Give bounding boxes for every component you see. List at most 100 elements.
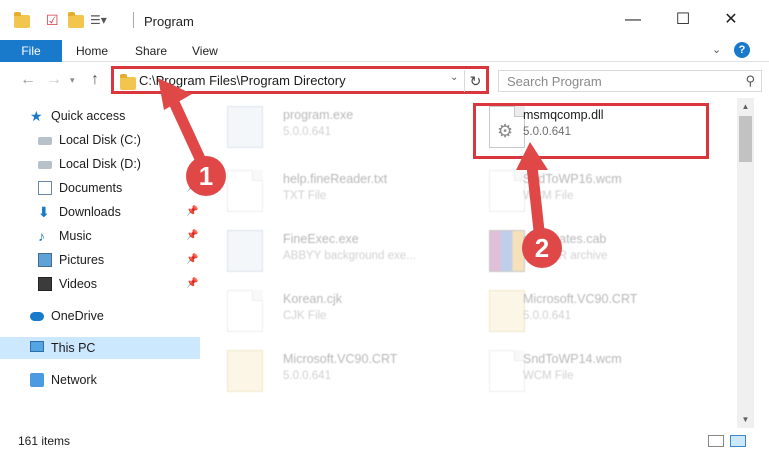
network-icon bbox=[30, 373, 44, 387]
sidebar-item-this-pc[interactable]: This PC bbox=[0, 337, 200, 359]
file-name: program.exe bbox=[283, 108, 354, 122]
config-icon bbox=[489, 290, 525, 332]
file-subtitle: 5.0.0.641 bbox=[283, 126, 331, 138]
sidebar-item-label: Local Disk (D:) bbox=[59, 157, 141, 171]
sidebar-item-downloads[interactable]: ⬇ Downloads 📌 bbox=[0, 201, 200, 223]
pin-icon[interactable]: 📌 bbox=[186, 201, 198, 223]
address-row: ← → ▾ ↑ C:\Program Files\Program Directo… bbox=[0, 62, 769, 98]
tab-home[interactable]: Home bbox=[76, 40, 108, 62]
search-icon: ⚲ bbox=[745, 73, 755, 88]
ribbon: File Home Share View ⌄ ? bbox=[0, 40, 769, 62]
file-name: Microsoft.VC90.CRT bbox=[283, 352, 398, 366]
file-tab[interactable]: File bbox=[0, 40, 62, 62]
sidebar-item-music[interactable]: ♪ Music 📌 bbox=[0, 225, 200, 247]
drive-icon bbox=[38, 161, 52, 169]
file-item[interactable]: program.exe 5.0.0.641 bbox=[205, 98, 455, 158]
sidebar-item-label: Documents bbox=[59, 181, 123, 195]
sidebar-item-label: This PC bbox=[51, 341, 96, 355]
file-subtitle: 5.0.0.641 bbox=[283, 370, 331, 382]
file-item[interactable]: FineExec.exe ABBYY background exe... bbox=[205, 222, 455, 282]
file-subtitle: TXT File bbox=[283, 190, 327, 202]
refresh-button[interactable]: ↻ bbox=[464, 70, 486, 92]
scroll-down-icon[interactable]: ▼ bbox=[737, 411, 754, 428]
text-file-icon bbox=[227, 170, 263, 212]
file-name: FineExec.exe bbox=[283, 232, 359, 246]
pictures-icon bbox=[38, 253, 52, 267]
pin-icon[interactable]: 📌 bbox=[186, 225, 198, 247]
status-bar: 161 items bbox=[0, 428, 769, 468]
sidebar-item-label: OneDrive bbox=[51, 309, 104, 323]
properties-icon[interactable]: ☑ bbox=[46, 12, 62, 28]
file-name: Korean.cjk bbox=[283, 292, 343, 306]
file-icon bbox=[489, 350, 525, 392]
videos-icon bbox=[38, 277, 52, 291]
vertical-scrollbar[interactable]: ▲ ▼ bbox=[737, 98, 754, 428]
file-item[interactable]: SndToWP16.wcm WCM File bbox=[467, 162, 717, 222]
pin-icon[interactable]: 📌 bbox=[186, 273, 198, 295]
maximize-button[interactable]: ☐ bbox=[660, 0, 706, 40]
close-button[interactable]: ✕ bbox=[708, 0, 754, 40]
file-subtitle: ABBYY background exe... bbox=[283, 250, 416, 262]
sidebar-item-label: Pictures bbox=[59, 253, 105, 267]
recent-dropdown-icon[interactable]: ▾ bbox=[70, 75, 75, 86]
file-item[interactable]: Microsoft.VC90.CRT 5.0.0.641 bbox=[205, 342, 455, 402]
documents-icon bbox=[38, 181, 52, 195]
exe-icon bbox=[227, 106, 263, 148]
file-item[interactable]: certificates.cab WinRAR archive bbox=[467, 222, 717, 282]
sidebar-item-videos[interactable]: Videos 📌 bbox=[0, 273, 200, 295]
file-subtitle: WCM File bbox=[523, 370, 574, 382]
customize-toolbar-icon[interactable]: ☰▾ bbox=[90, 12, 107, 28]
config-icon bbox=[227, 350, 263, 392]
file-name: Microsoft.VC90.CRT bbox=[523, 292, 638, 306]
chevron-down-icon[interactable]: ⌄ bbox=[712, 43, 721, 56]
sidebar-item-label: Music bbox=[59, 229, 92, 243]
file-name: help.fineReader.txt bbox=[283, 172, 388, 186]
file-subtitle: CJK File bbox=[283, 310, 327, 322]
file-item[interactable]: Microsoft.VC90.CRT 5.0.0.641 bbox=[467, 282, 717, 342]
forward-arrow-icon[interactable]: → bbox=[46, 71, 62, 89]
new-folder-icon[interactable] bbox=[68, 12, 84, 28]
file-item[interactable]: SndToWP14.wcm WCM File bbox=[467, 342, 717, 402]
sidebar-item-onedrive[interactable]: OneDrive bbox=[0, 305, 200, 327]
sidebar-item-label: Videos bbox=[59, 277, 97, 291]
step-badge-2: 2 bbox=[522, 228, 562, 268]
file-subtitle: 5.0.0.641 bbox=[523, 310, 571, 322]
separator bbox=[133, 12, 134, 28]
scroll-up-icon[interactable]: ▲ bbox=[737, 98, 754, 115]
computer-icon bbox=[30, 341, 44, 352]
target-file-highlight bbox=[473, 103, 709, 159]
exe-icon bbox=[227, 230, 263, 272]
details-view-icon[interactable] bbox=[708, 435, 724, 447]
refresh-icon: ↻ bbox=[469, 73, 482, 89]
step-badge-1: 1 bbox=[186, 156, 226, 196]
up-arrow-icon[interactable]: ↑ bbox=[91, 71, 99, 89]
minimize-button[interactable]: — bbox=[610, 0, 656, 40]
title-bar: ☑ ☰▾ Program — ☐ ✕ bbox=[0, 0, 769, 40]
large-icons-view-icon[interactable] bbox=[730, 435, 746, 447]
pin-icon[interactable]: 📌 bbox=[186, 249, 198, 271]
file-icon bbox=[227, 290, 263, 332]
music-icon: ♪ bbox=[38, 228, 45, 244]
sidebar-item-pictures[interactable]: Pictures 📌 bbox=[0, 249, 200, 271]
chevron-down-icon[interactable]: ⌄ bbox=[450, 72, 458, 83]
tab-view[interactable]: View bbox=[192, 40, 218, 62]
search-input[interactable]: Search Program ⚲ bbox=[498, 70, 762, 92]
help-button[interactable]: ? bbox=[734, 42, 750, 58]
back-arrow-icon[interactable]: ← bbox=[20, 71, 36, 89]
sidebar-item-label: Downloads bbox=[59, 205, 121, 219]
sidebar-item-label: Local Disk (C:) bbox=[59, 133, 141, 147]
sidebar-item-label: Quick access bbox=[51, 109, 126, 123]
folder-icon bbox=[120, 74, 136, 90]
sidebar-item-network[interactable]: Network bbox=[0, 369, 200, 391]
tab-share[interactable]: Share bbox=[135, 40, 167, 62]
file-item[interactable]: help.fineReader.txt TXT File bbox=[205, 162, 455, 222]
download-icon: ⬇ bbox=[38, 204, 50, 220]
drive-icon bbox=[38, 137, 52, 145]
file-item[interactable]: Korean.cjk CJK File bbox=[205, 282, 455, 342]
item-count: 161 items bbox=[18, 434, 71, 448]
star-icon: ★ bbox=[30, 108, 43, 124]
window-title: Program bbox=[144, 14, 194, 29]
scrollbar-thumb[interactable] bbox=[739, 116, 752, 162]
file-name: SndToWP14.wcm bbox=[523, 352, 622, 366]
sidebar-item-label: Network bbox=[51, 373, 97, 387]
